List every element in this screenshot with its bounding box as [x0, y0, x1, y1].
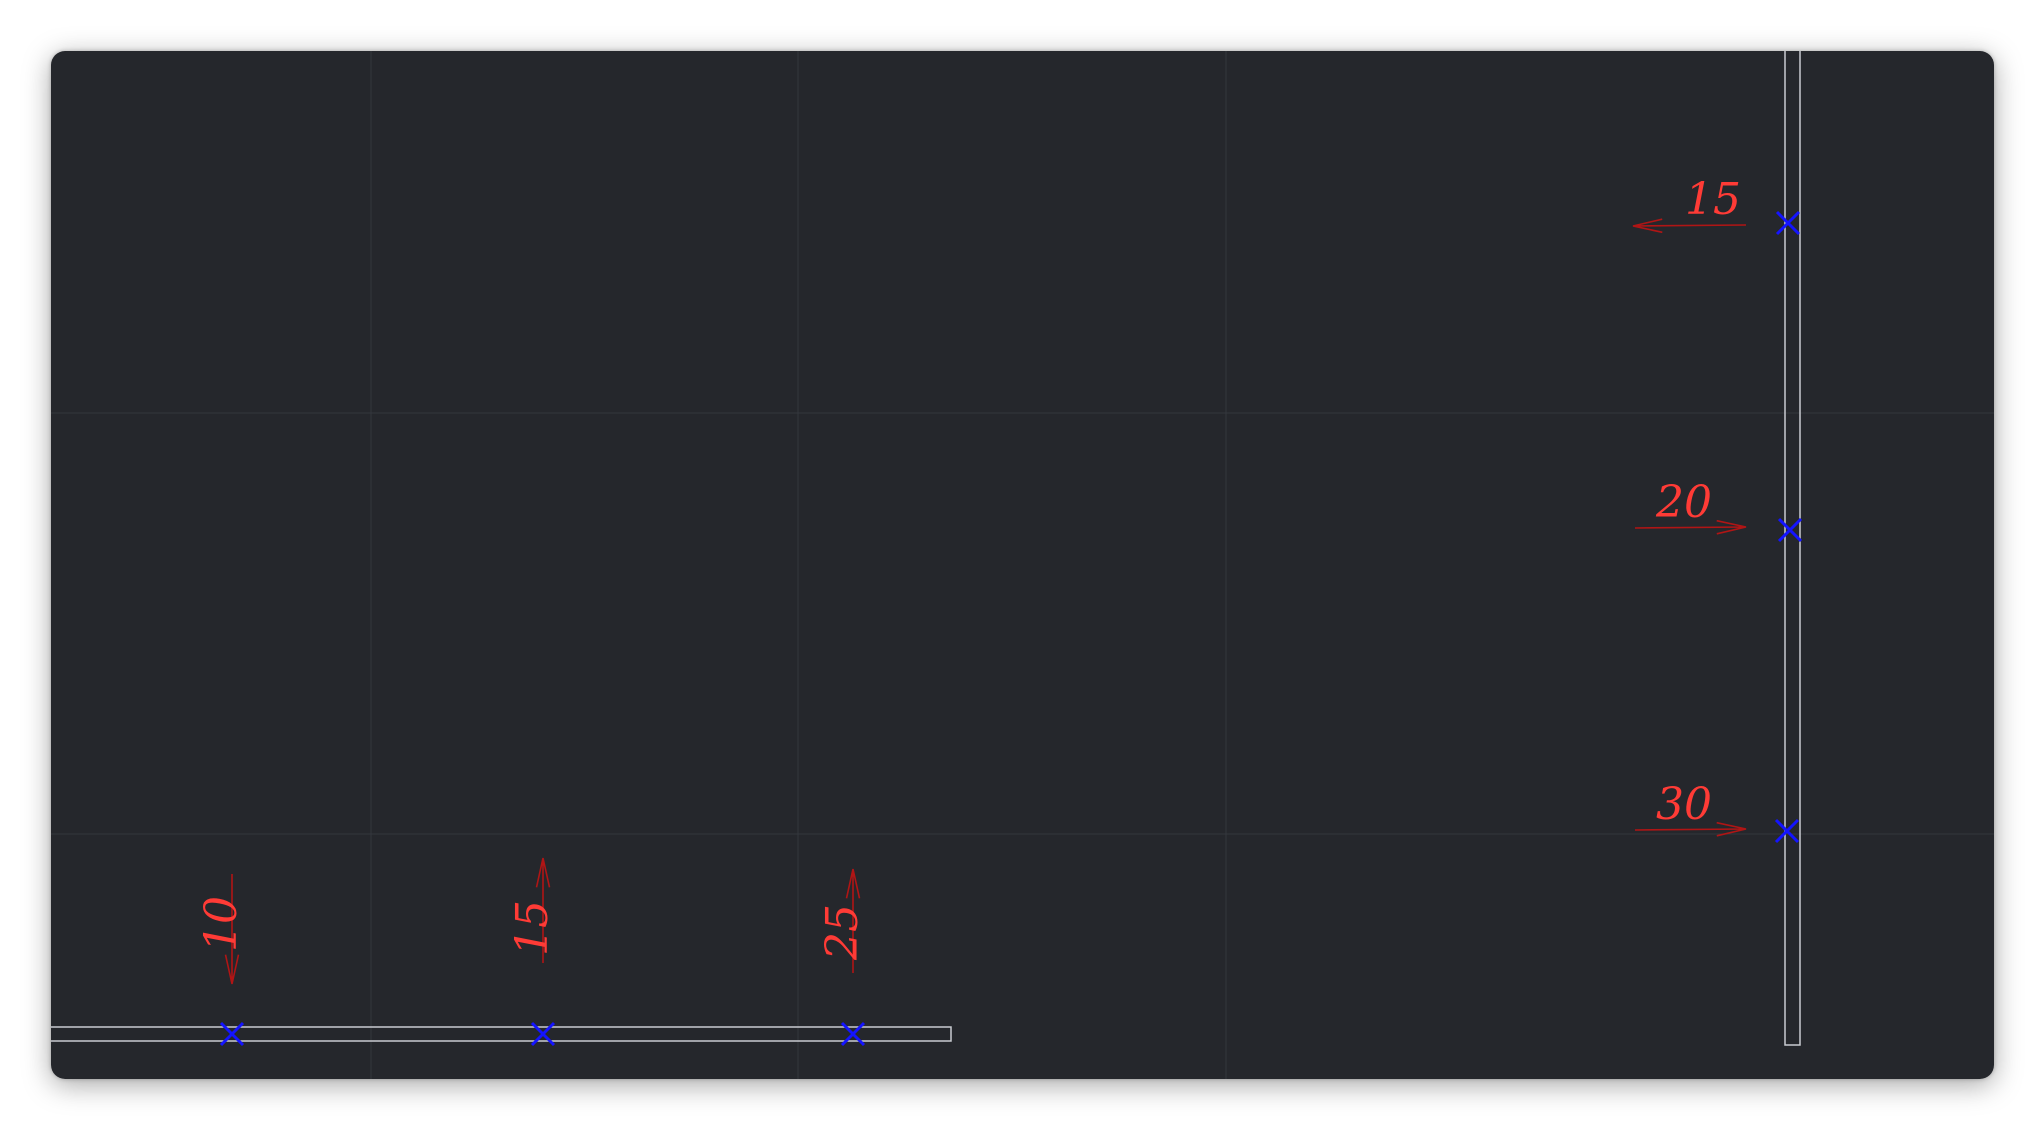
- structural-load-diagram: 10 15 25 15 20 30: [51, 51, 1994, 1079]
- load-value-label: 30: [1656, 779, 1712, 830]
- load-value-label: 15: [1685, 174, 1741, 225]
- load-value-label: 15: [507, 900, 558, 956]
- load-value-label: 25: [817, 904, 868, 961]
- load-value-label: 10: [196, 896, 247, 952]
- cad-drawing-canvas[interactable]: 10 15 25 15 20 30: [51, 51, 1994, 1079]
- load-value-label: 20: [1655, 477, 1712, 528]
